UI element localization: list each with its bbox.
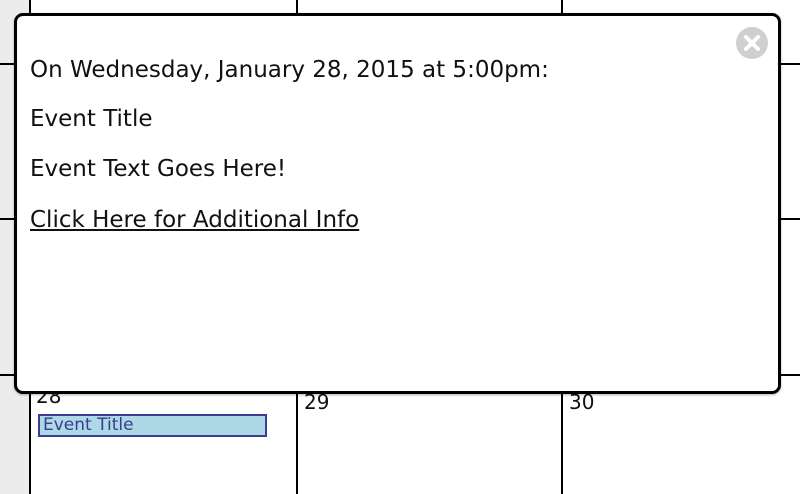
event-text: Event Text Goes Here! xyxy=(30,156,287,182)
close-icon xyxy=(744,35,760,51)
calendar-event[interactable]: Event Title xyxy=(38,414,267,437)
event-title: Event Title xyxy=(30,106,153,132)
day-number-30: 30 xyxy=(569,390,595,414)
close-button[interactable] xyxy=(736,27,768,59)
event-detail-popup: On Wednesday, January 28, 2015 at 5:00pm… xyxy=(14,13,781,394)
additional-info-link[interactable]: Click Here for Additional Info xyxy=(30,207,359,233)
event-datetime: On Wednesday, January 28, 2015 at 5:00pm… xyxy=(30,57,549,83)
day-number-29: 29 xyxy=(304,390,330,414)
